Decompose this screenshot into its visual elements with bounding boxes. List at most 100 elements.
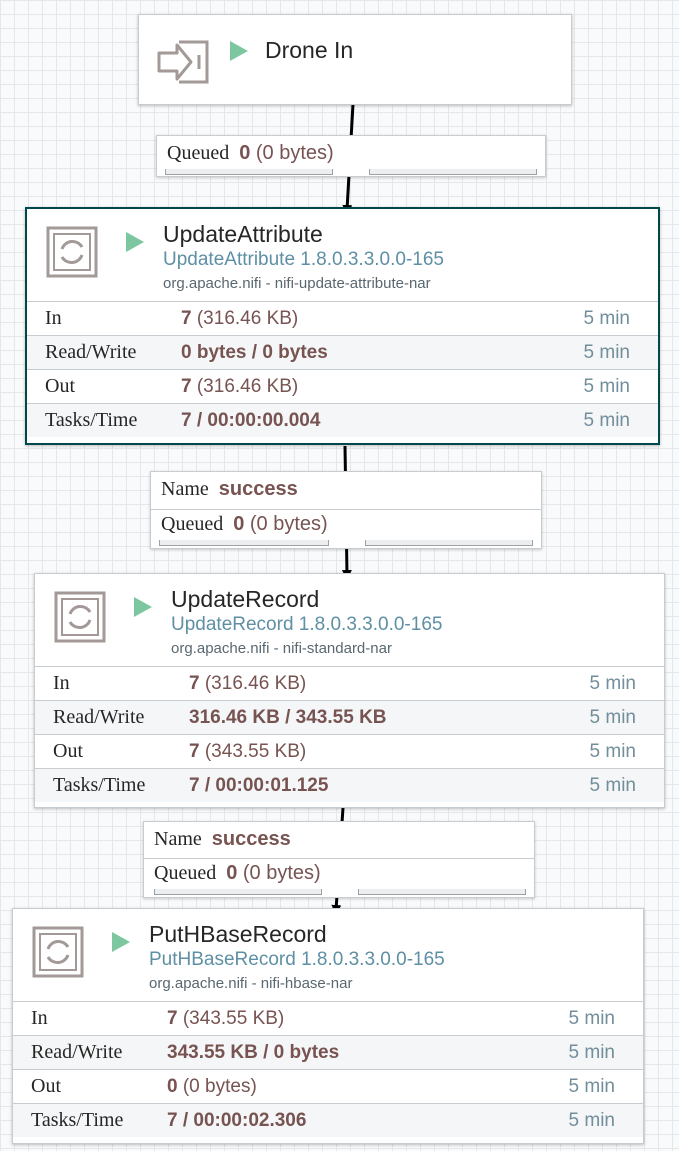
processor-stats: In 7 (316.46 KB) 5 min Read/Write 316.46 KB… [35, 666, 664, 802]
stat-row-read-write: Read/Write 0 bytes / 0 bytes 5 min [27, 335, 658, 369]
processor-name: UpdateRecord [171, 586, 320, 612]
queue-bar-count [165, 169, 333, 175]
stat-label: In [45, 307, 62, 329]
connection-name-label: Name [161, 478, 209, 500]
processor-update-record[interactable]: UpdateRecord UpdateRecord 1.8.0.3.3.0.0-… [34, 573, 665, 808]
stat-size: (343.55 KB) [182, 1008, 285, 1029]
queued-label: Queued [154, 862, 217, 884]
input-port-name: Drone In [265, 37, 354, 63]
queued-size: (0 bytes) [249, 513, 328, 535]
stat-row-out: Out 7 (343.55 KB) 5 min [35, 734, 664, 768]
stat-label: Out [45, 375, 75, 397]
queue-bar-count [159, 540, 329, 546]
connection-name-label: Name [154, 828, 202, 850]
queued-label: Queued [161, 513, 224, 535]
queued-count: 0 [226, 862, 238, 884]
queue-bar-size [365, 540, 533, 546]
queued-size: (0 bytes) [242, 862, 321, 884]
queued-label: Queued [167, 142, 230, 164]
processor-update-attribute[interactable]: UpdateAttribute UpdateAttribute 1.8.0.3.… [25, 207, 660, 445]
stat-value: 316.46 KB / 343.55 KB [189, 707, 387, 728]
processor-type: PutHBaseRecord 1.8.0.3.3.0.0-165 [149, 949, 445, 970]
stat-row-tasks-time: Tasks/Time 7 / 00:00:00.004 5 min [27, 403, 658, 437]
stat-value: 0 bytes / 0 bytes [181, 342, 328, 363]
stat-period: 5 min [583, 410, 630, 431]
play-icon [230, 41, 248, 61]
stat-row-in: In 7 (343.55 KB) 5 min [13, 1001, 643, 1035]
processor-put-hbase-record[interactable]: PutHBaseRecord PutHBaseRecord 1.8.0.3.3.… [12, 908, 644, 1144]
queue-bar-size [369, 169, 537, 175]
processor-stats: In 7 (343.55 KB) 5 min Read/Write 343.55 KB… [13, 1001, 643, 1137]
connection-name: success [218, 478, 298, 500]
stat-row-in: In 7 (316.46 KB) 5 min [27, 301, 658, 335]
stat-label: Out [53, 740, 83, 762]
stat-label: In [31, 1007, 48, 1029]
stat-row-out: Out 0 (0 bytes) 5 min [13, 1069, 643, 1103]
stat-period: 5 min [568, 1110, 615, 1131]
queued-count: 0 [233, 513, 245, 535]
stat-size: (316.46 KB) [204, 673, 307, 694]
stat-period: 5 min [589, 775, 636, 796]
stat-row-read-write: Read/Write 316.46 KB / 343.55 KB 5 min [35, 700, 664, 734]
queued-count: 0 [239, 142, 251, 164]
stat-value: 7 / 00:00:00.004 [181, 410, 321, 431]
play-icon [126, 232, 144, 252]
stat-period: 5 min [589, 673, 636, 694]
stat-size: (0 bytes) [182, 1076, 257, 1097]
stat-period: 5 min [583, 308, 630, 329]
stat-size: (343.55 KB) [204, 741, 307, 762]
stat-value: 7 / 00:00:02.306 [167, 1110, 307, 1131]
stat-size: (316.46 KB) [196, 376, 299, 397]
stat-period: 5 min [583, 376, 630, 397]
stat-label: Read/Write [31, 1041, 123, 1063]
stat-period: 5 min [589, 707, 636, 728]
processor-bundle: org.apache.nifi - nifi-hbase-nar [149, 975, 353, 992]
processor-icon [54, 591, 106, 643]
stat-value: 7 [189, 673, 200, 694]
stat-size: (316.46 KB) [196, 308, 299, 329]
stat-value: 7 / 00:00:01.125 [189, 775, 329, 796]
stat-label: Out [31, 1075, 61, 1097]
stat-label: Tasks/Time [53, 774, 146, 796]
processor-bundle: org.apache.nifi - nifi-standard-nar [171, 640, 392, 657]
stat-row-out: Out 7 (316.46 KB) 5 min [27, 369, 658, 403]
stat-label: Tasks/Time [45, 409, 138, 431]
stat-row-tasks-time: Tasks/Time 7 / 00:00:02.306 5 min [13, 1103, 643, 1137]
stat-value: 7 [181, 376, 192, 397]
connection-label[interactable]: Name success Queued 0 (0 bytes) [143, 821, 535, 898]
processor-bundle: org.apache.nifi - nifi-update-attribute-… [163, 275, 431, 292]
stat-period: 5 min [568, 1076, 615, 1097]
stat-period: 5 min [568, 1042, 615, 1063]
connection-name: success [211, 828, 291, 850]
play-icon [112, 932, 130, 952]
processor-icon [32, 926, 84, 978]
stat-period: 5 min [583, 342, 630, 363]
connection-label[interactable]: Name success Queued 0 (0 bytes) [150, 471, 542, 549]
processor-type: UpdateRecord 1.8.0.3.3.0.0-165 [171, 614, 443, 635]
stat-value: 7 [181, 308, 192, 329]
stat-value: 7 [167, 1008, 178, 1029]
queued-size: (0 bytes) [255, 142, 334, 164]
processor-name: UpdateAttribute [163, 221, 323, 247]
input-port-icon [157, 40, 209, 84]
processor-stats: In 7 (316.46 KB) 5 min Read/Write 0 bytes /… [27, 301, 658, 437]
stat-value: 343.55 KB / 0 bytes [167, 1042, 340, 1063]
stat-label: Read/Write [45, 341, 137, 363]
stat-row-in: In 7 (316.46 KB) 5 min [35, 666, 664, 700]
play-icon [134, 597, 152, 617]
queue-bar-size [358, 889, 526, 895]
input-port[interactable]: Drone In [138, 14, 572, 105]
stat-period: 5 min [589, 741, 636, 762]
stat-label: Tasks/Time [31, 1109, 124, 1131]
queue-bar-count [154, 889, 322, 895]
stat-row-read-write: Read/Write 343.55 KB / 0 bytes 5 min [13, 1035, 643, 1069]
processor-type: UpdateAttribute 1.8.0.3.3.0.0-165 [163, 249, 444, 270]
stat-value: 0 [167, 1076, 178, 1097]
stat-label: Read/Write [53, 706, 145, 728]
stat-row-tasks-time: Tasks/Time 7 / 00:00:01.125 5 min [35, 768, 664, 802]
processor-name: PutHBaseRecord [149, 921, 327, 947]
stat-value: 7 [189, 741, 200, 762]
stat-period: 5 min [568, 1008, 615, 1029]
processor-icon [46, 226, 98, 278]
connection-label[interactable]: Queued 0 (0 bytes) [156, 135, 546, 177]
